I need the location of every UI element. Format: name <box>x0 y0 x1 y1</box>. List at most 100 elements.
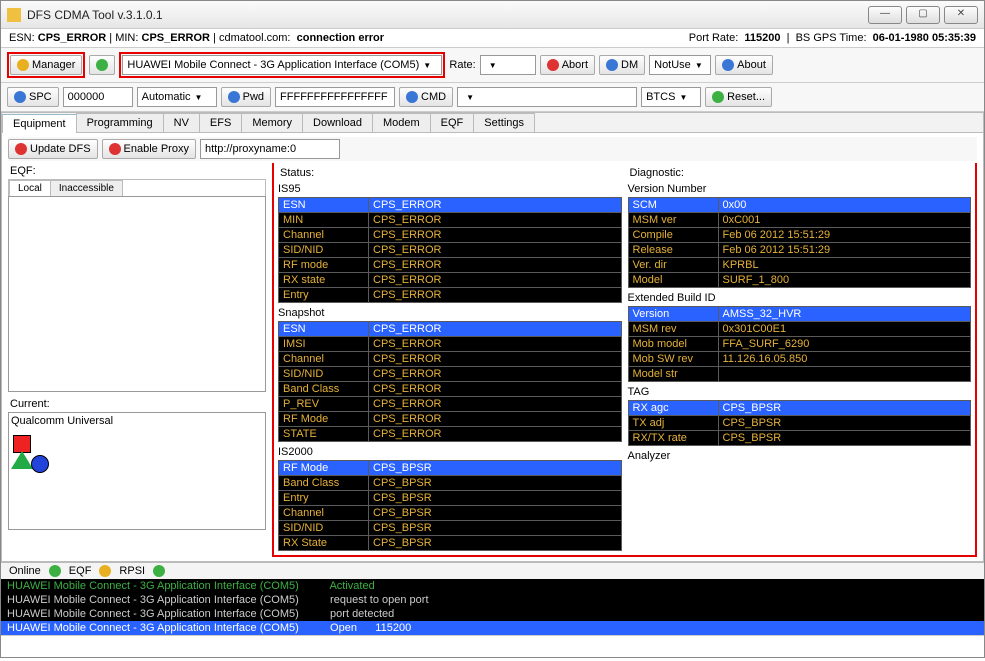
table-row[interactable]: RX/TX rateCPS_BPSR <box>628 431 971 446</box>
extbuild-table: VersionAMSS_32_HVRMSM rev0x301C00E1Mob m… <box>628 306 972 382</box>
table-row[interactable]: ChannelCPS_BPSR <box>279 506 622 521</box>
table-row[interactable]: IMSICPS_ERROR <box>279 337 622 352</box>
abort-icon <box>547 59 559 71</box>
current-label: Current: <box>10 398 266 410</box>
port-rate-label: Port Rate: <box>689 32 739 44</box>
proxy-icon <box>109 143 121 155</box>
table-row[interactable]: MSM rev0x301C00E1 <box>628 322 971 337</box>
eqf-tab-inaccessible[interactable]: Inaccessible <box>50 180 123 196</box>
table-row[interactable]: ESNCPS_ERROR <box>279 322 622 337</box>
table-row[interactable]: ESNCPS_ERROR <box>279 198 622 213</box>
table-row[interactable]: VersionAMSS_32_HVR <box>628 307 971 322</box>
eqf-tab-local[interactable]: Local <box>9 180 51 196</box>
table-row[interactable]: MINCPS_ERROR <box>279 213 622 228</box>
rpsi-label: RPSI <box>119 565 145 577</box>
proxy-input[interactable] <box>200 139 340 159</box>
log-line: HUAWEI Mobile Connect - 3G Application I… <box>1 621 984 635</box>
tag-label: TAG <box>628 386 972 398</box>
table-row[interactable]: P_REVCPS_ERROR <box>279 397 622 412</box>
table-row[interactable]: RX stateCPS_ERROR <box>279 273 622 288</box>
log-line: HUAWEI Mobile Connect - 3G Application I… <box>1 593 984 607</box>
table-row[interactable]: Band ClassCPS_BPSR <box>279 476 622 491</box>
table-row[interactable]: Ver. dirKPRBL <box>628 258 971 273</box>
spc-input[interactable] <box>63 87 133 107</box>
tab-modem[interactable]: Modem <box>372 113 431 132</box>
enable-proxy-button[interactable]: Enable Proxy <box>102 139 196 159</box>
update-dfs-button[interactable]: Update DFS <box>8 139 98 159</box>
btcs-select[interactable]: BTCS▼ <box>641 87 701 107</box>
tab-memory[interactable]: Memory <box>241 113 303 132</box>
close-button[interactable]: ✕ <box>944 6 978 24</box>
manager-button[interactable]: Manager <box>10 55 82 75</box>
table-row[interactable]: SID/NIDCPS_ERROR <box>279 367 622 382</box>
table-row[interactable]: ChannelCPS_ERROR <box>279 228 622 243</box>
log-line: HUAWEI Mobile Connect - 3G Application I… <box>1 579 984 593</box>
maximize-button[interactable]: ▢ <box>906 6 940 24</box>
dm-select[interactable]: NotUse▼ <box>649 55 711 75</box>
cmd-button[interactable]: CMD <box>399 87 453 107</box>
site-label: cdmatool.com: <box>219 32 291 44</box>
spc-button[interactable]: SPC <box>7 87 59 107</box>
analyzer-label: Analyzer <box>628 450 972 462</box>
tab-settings[interactable]: Settings <box>473 113 535 132</box>
table-row[interactable]: RX agcCPS_BPSR <box>628 401 971 416</box>
table-row[interactable]: RF ModeCPS_BPSR <box>279 461 622 476</box>
reset-icon <box>712 91 724 103</box>
about-button[interactable]: About <box>715 55 773 75</box>
table-row[interactable]: TX adjCPS_BPSR <box>628 416 971 431</box>
gps-time-label: BS GPS Time: <box>796 32 867 44</box>
table-row[interactable]: ModelSURF_1_800 <box>628 273 971 288</box>
log-panel: HUAWEI Mobile Connect - 3G Application I… <box>1 579 984 635</box>
table-row[interactable]: Mob SW rev11.126.16.05.850 <box>628 352 971 367</box>
rate-select[interactable]: ▼ <box>480 55 536 75</box>
table-row[interactable]: SID/NIDCPS_ERROR <box>279 243 622 258</box>
is95-table: ESNCPS_ERRORMINCPS_ERRORChannelCPS_ERROR… <box>278 197 622 303</box>
abort-button[interactable]: Abort <box>540 55 595 75</box>
device-select[interactable]: HUAWEI Mobile Connect - 3G Application I… <box>122 55 442 75</box>
tab-equipment[interactable]: Equipment <box>2 114 77 133</box>
reset-button[interactable]: Reset... <box>705 87 772 107</box>
dm-button[interactable]: DM <box>599 55 645 75</box>
rate-label: Rate: <box>449 59 475 71</box>
tab-download[interactable]: Download <box>302 113 373 132</box>
esn-value: CPS_ERROR <box>38 32 106 44</box>
snapshot-label: Snapshot <box>278 307 622 319</box>
titlebar: DFS CDMA Tool v.3.1.0.1 — ▢ ✕ <box>1 1 984 29</box>
pwd-button[interactable]: Pwd <box>221 87 271 107</box>
spc-icon <box>14 91 26 103</box>
table-row[interactable]: SID/NIDCPS_BPSR <box>279 521 622 536</box>
table-row[interactable]: SCM0x00 <box>628 198 971 213</box>
table-row[interactable]: RF modeCPS_ERROR <box>279 258 622 273</box>
table-row[interactable]: MSM ver0xC001 <box>628 213 971 228</box>
tab-nv[interactable]: NV <box>163 113 200 132</box>
refresh-button[interactable] <box>89 55 115 75</box>
tab-programming[interactable]: Programming <box>76 113 164 132</box>
info-bar: ESN: CPS_ERROR | MIN: CPS_ERROR | cdmato… <box>1 29 984 48</box>
table-row[interactable]: Model str <box>628 367 971 382</box>
is2000-table: RF ModeCPS_BPSRBand ClassCPS_BPSREntryCP… <box>278 460 622 551</box>
eqf-list[interactable] <box>8 196 266 392</box>
table-row[interactable]: ReleaseFeb 06 2012 15:51:29 <box>628 243 971 258</box>
status-bar: Online EQF RPSI <box>1 562 984 579</box>
version-label: Version Number <box>628 183 972 195</box>
table-row[interactable]: EntryCPS_BPSR <box>279 491 622 506</box>
table-row[interactable]: Mob modelFFA_SURF_6290 <box>628 337 971 352</box>
cmd-select[interactable]: ▼ <box>457 87 637 107</box>
is95-label: IS95 <box>278 183 622 195</box>
table-row[interactable]: STATECPS_ERROR <box>279 427 622 442</box>
auto-select[interactable]: Automatic▼ <box>137 87 217 107</box>
tab-efs[interactable]: EFS <box>199 113 242 132</box>
table-row[interactable]: EntryCPS_ERROR <box>279 288 622 303</box>
minimize-button[interactable]: — <box>868 6 902 24</box>
table-row[interactable]: ChannelCPS_ERROR <box>279 352 622 367</box>
update-icon <box>15 143 27 155</box>
eqf-status-label: EQF <box>69 565 92 577</box>
pwd-input[interactable] <box>275 87 395 107</box>
is2000-label: IS2000 <box>278 446 622 458</box>
table-row[interactable]: Band ClassCPS_ERROR <box>279 382 622 397</box>
window-title: DFS CDMA Tool v.3.1.0.1 <box>27 8 868 22</box>
tab-eqf[interactable]: EQF <box>430 113 475 132</box>
table-row[interactable]: CompileFeb 06 2012 15:51:29 <box>628 228 971 243</box>
table-row[interactable]: RX StateCPS_BPSR <box>279 536 622 551</box>
table-row[interactable]: RF ModeCPS_ERROR <box>279 412 622 427</box>
